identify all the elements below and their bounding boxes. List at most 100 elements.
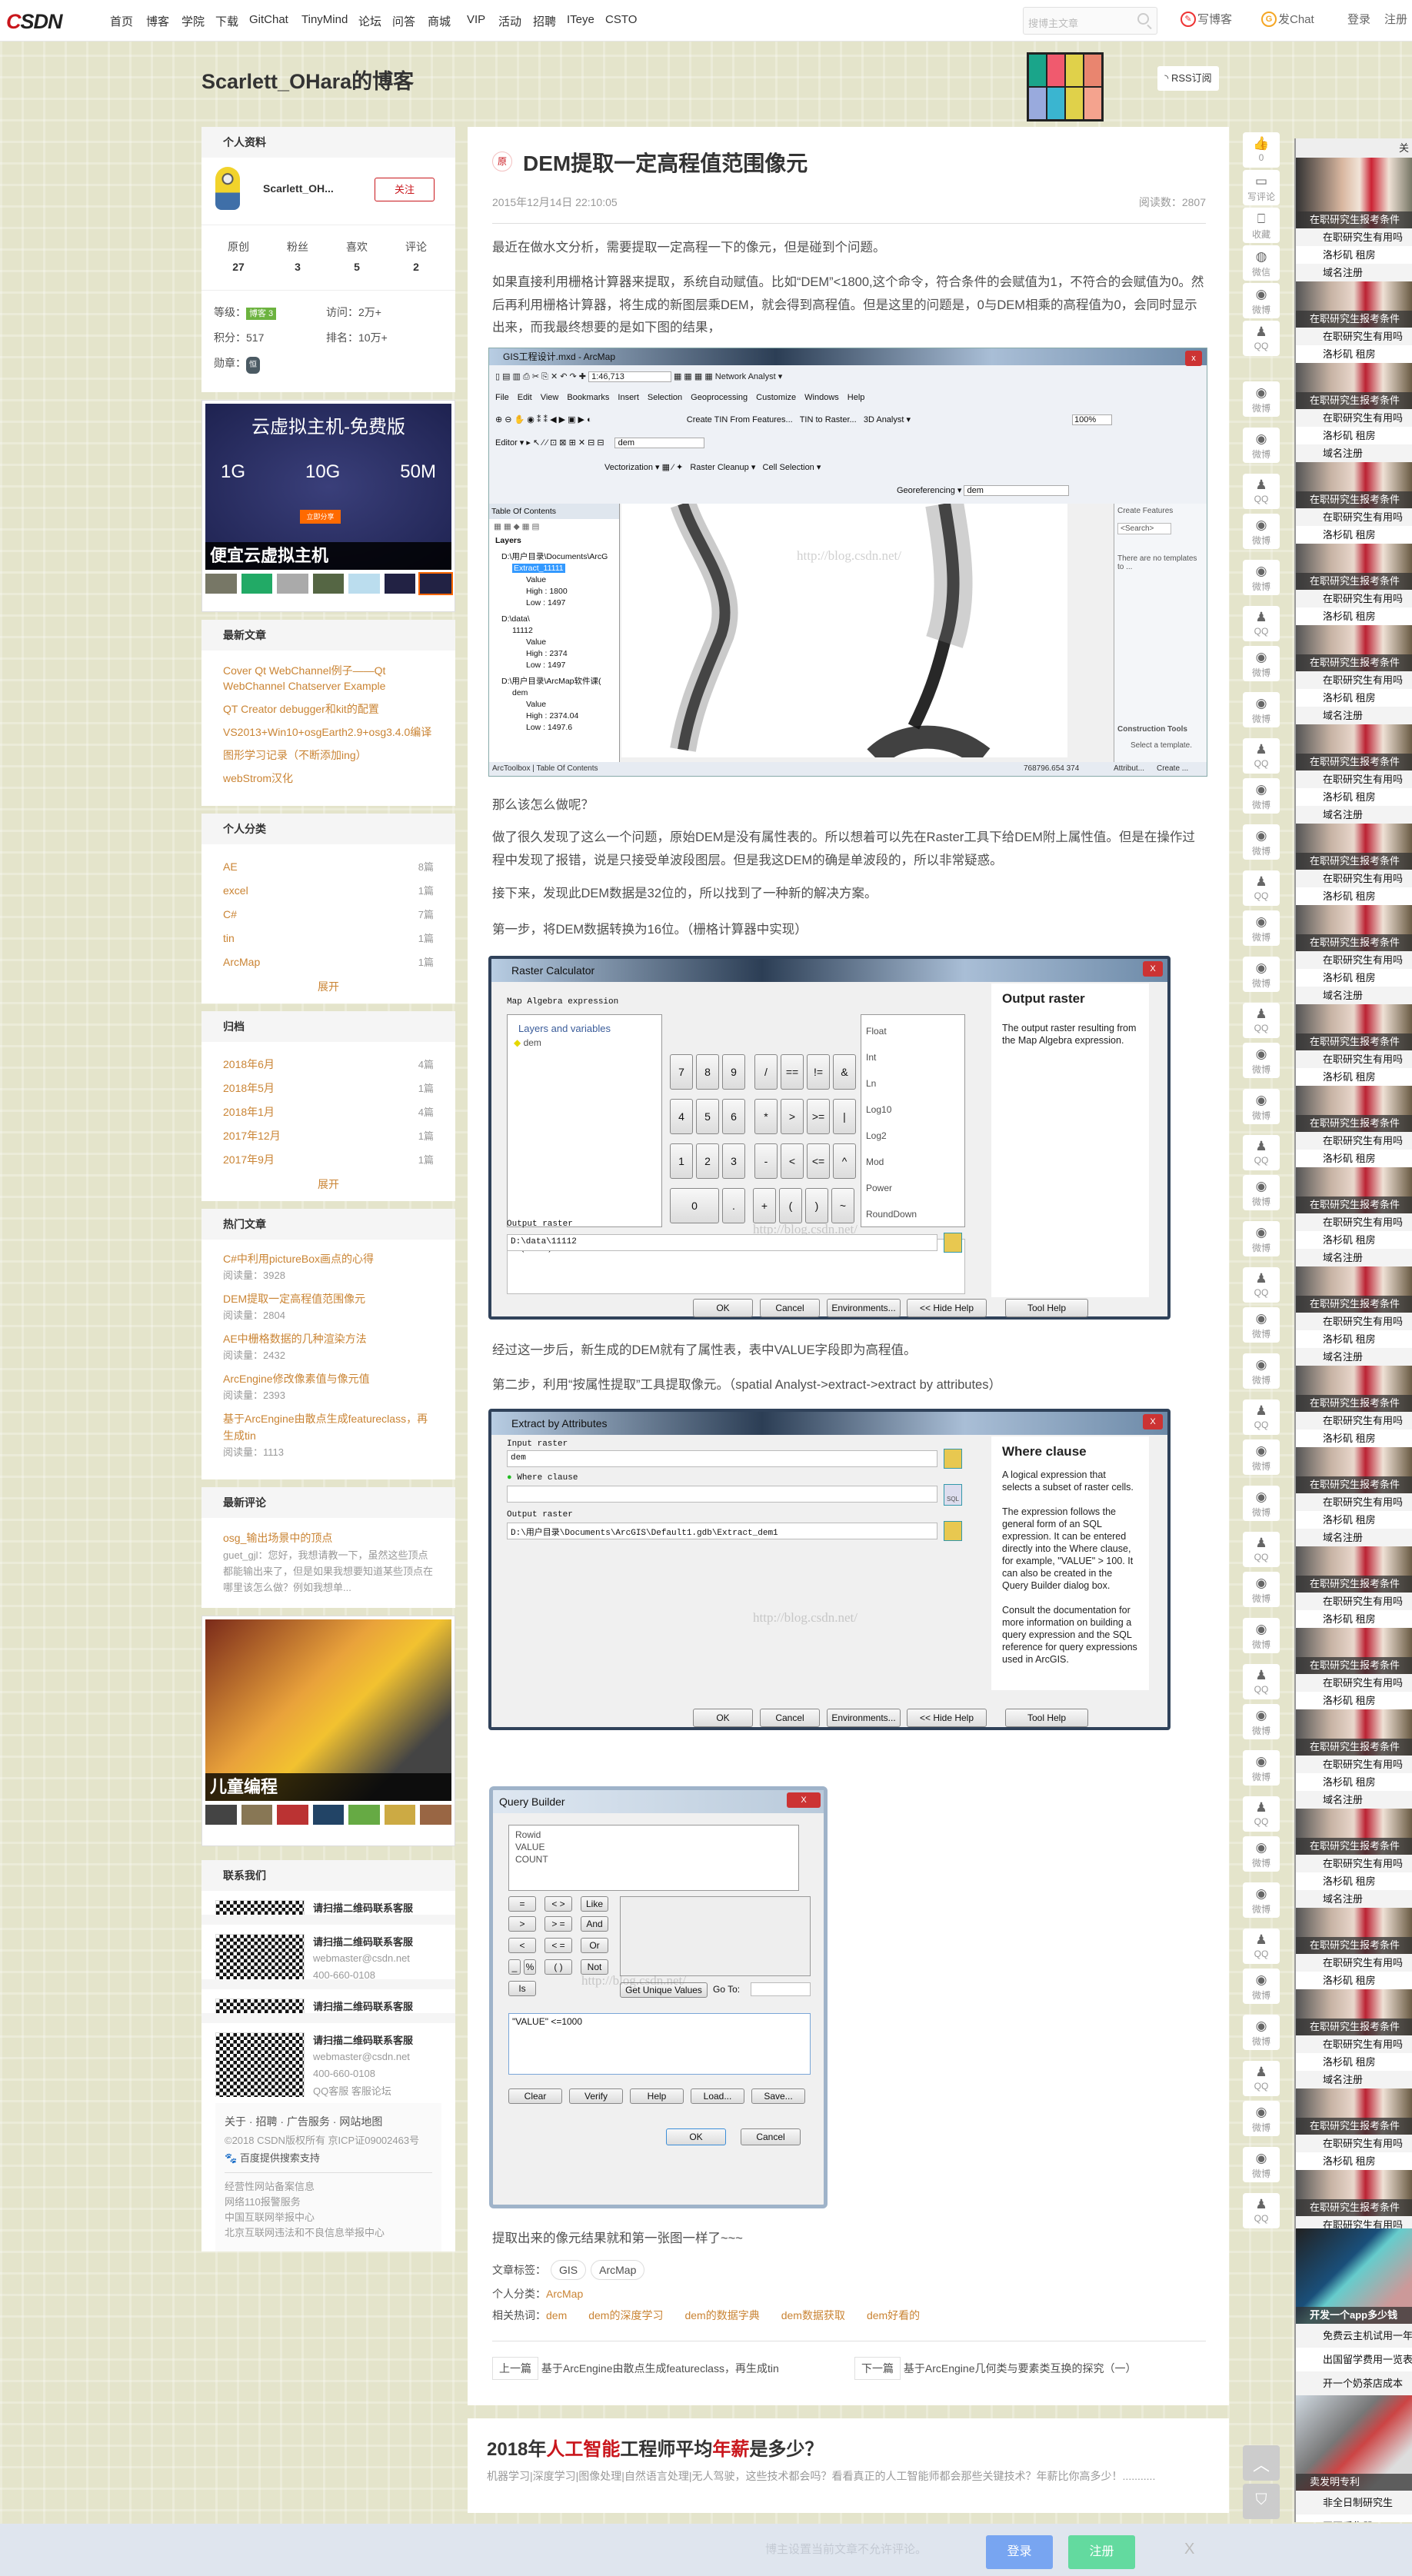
ad-link[interactable]: 域名注册: [1296, 2071, 1412, 2088]
weibo-button[interactable]: ◉ 微博: [1243, 2101, 1280, 2136]
list-item[interactable]: 1篇 2017年12月: [223, 1124, 434, 1148]
weibo-button[interactable]: ◉ 微博: [1243, 1618, 1280, 1653]
hot-article-link[interactable]: ArcEngine修改像素值与像元值: [223, 1370, 434, 1387]
article-tag[interactable]: ArcMap: [591, 2260, 645, 2280]
hot-article[interactable]: AE中栅格数据的几种渲染方法 阅读量：2432: [223, 1330, 434, 1362]
stat-0[interactable]: 原创 27: [223, 239, 254, 273]
weibo-button[interactable]: ◉ 微博: [1243, 1089, 1280, 1124]
ad-link[interactable]: 在职研究生有用吗: [1296, 1050, 1412, 1068]
weibo-button[interactable]: ◉ 微博: [1243, 381, 1280, 417]
list-item[interactable]: 1篇 excel: [223, 879, 434, 903]
weibo-button[interactable]: ◉ 微博: [1243, 1353, 1280, 1389]
nav-item[interactable]: 活动: [498, 13, 521, 29]
contact-email[interactable]: webmaster@csdn.net: [313, 1919, 410, 1925]
hot-article[interactable]: ArcEngine修改像素值与像元值 阅读量：2393: [223, 1370, 434, 1402]
qq-button[interactable]: ♟ QQ: [1243, 2061, 1280, 2096]
qq-button[interactable]: ♟ QQ: [1243, 1267, 1280, 1303]
nav-item[interactable]: 首页: [110, 13, 133, 29]
csdn-logo[interactable]: CSDN: [6, 10, 63, 34]
list-item[interactable]: 1篇 2018年5月: [223, 1077, 434, 1100]
cancel-button[interactable]: Cancel: [741, 2128, 801, 2145]
ad-link[interactable]: 在职研究生有用吗: [1296, 590, 1412, 607]
legal-link[interactable]: 网络110报警服务: [225, 2195, 432, 2210]
weibo-button[interactable]: ◉ 微博: [1243, 646, 1280, 681]
ad-block[interactable]: 在职研究生报考条件在职研究生有用吗洛杉矶 租房: [1296, 1366, 1412, 1447]
next-label[interactable]: 下一篇: [854, 2357, 901, 2380]
item-link[interactable]: 2017年12月: [223, 1130, 281, 1142]
ad-link[interactable]: 洛杉矶 租房: [1296, 887, 1412, 905]
list-item[interactable]: 7篇 C#: [223, 903, 434, 927]
weibo-button[interactable]: ◉ 微博: [1243, 1704, 1280, 1739]
qq-button[interactable]: ♟ QQ: [1243, 321, 1280, 356]
ad-link[interactable]: 在职研究生有用吗: [1296, 1674, 1412, 1692]
hot-article-link[interactable]: AE中栅格数据的几种渲染方法: [223, 1330, 434, 1347]
ad-block[interactable]: 在职研究生报考条件在职研究生有用吗洛杉矶 租房: [1296, 1628, 1412, 1709]
ad-block[interactable]: 开发一个app多少钱 免费云主机试用一年 出国留学费用一览表 开一个奶茶店成本: [1296, 2228, 1412, 2395]
stat-1[interactable]: 粉丝 3: [282, 239, 313, 273]
ad-link[interactable]: 在职研究生有用吗: [1296, 1954, 1412, 1972]
hot-article-link[interactable]: DEM提取一定高程值范围像元: [223, 1290, 434, 1307]
weibo-button[interactable]: ◉ 微博: [1243, 1175, 1280, 1210]
ad-link[interactable]: 洛杉矶 租房: [1296, 1150, 1412, 1167]
weibo-button[interactable]: ◉ 微博: [1243, 514, 1280, 549]
ad-link[interactable]: 域名注册: [1296, 707, 1412, 724]
item-link[interactable]: C#: [223, 908, 237, 920]
ad-link[interactable]: 域名注册: [1296, 987, 1412, 1004]
weibo-button[interactable]: ◉ 微博: [1243, 560, 1280, 595]
hot-article[interactable]: C#中利用pictureBox画点的心得 阅读量：3928: [223, 1250, 434, 1282]
nav-item[interactable]: 博客: [146, 13, 169, 29]
qq-button[interactable]: ♟ QQ: [1243, 2193, 1280, 2228]
ad-link[interactable]: 在职研究生有用吗: [1296, 1213, 1412, 1231]
contact-email[interactable]: webmaster@csdn.net: [313, 2051, 410, 2062]
ad-link[interactable]: 洛杉矶 租房: [1296, 345, 1412, 363]
login-link[interactable]: 登录: [1347, 11, 1370, 27]
ad-link[interactable]: 洛杉矶 租房: [1296, 1068, 1412, 1086]
ad-block[interactable]: 在职研究生报考条件 在职研究生有用吗 洛杉矶 租房 域名注册: [1296, 1809, 1412, 1908]
item-link[interactable]: AE: [223, 860, 238, 873]
nav-item[interactable]: 学院: [181, 13, 205, 29]
ad-link[interactable]: 洛杉矶 租房: [1296, 1330, 1412, 1348]
weibo-button[interactable]: ◉ 微博: [1243, 1836, 1280, 1872]
qq-button[interactable]: ♟ QQ: [1243, 738, 1280, 774]
ad-link[interactable]: 在职研究生有用吗: [1296, 1132, 1412, 1150]
ad-link[interactable]: 洛杉矶 租房: [1296, 2152, 1412, 2170]
ad-cloud-host[interactable]: 云虚拟主机-免费版 1G 10G 50M 立即分享 便宜云虚拟主机: [201, 400, 455, 612]
follow-button[interactable]: 关注: [375, 178, 435, 201]
ad-block[interactable]: 在职研究生报考条件在职研究生有用吗洛杉矶 租房: [1296, 1546, 1412, 1628]
ad-block[interactable]: 在职研究生报考条件 在职研究生有用吗 洛杉矶 租房 域名注册: [1296, 625, 1412, 724]
hot-article-link[interactable]: C#中利用pictureBox画点的心得: [223, 1250, 434, 1267]
weibo-button[interactable]: ◉ 微博: [1243, 1439, 1280, 1475]
ad-block[interactable]: 在职研究生报考条件在职研究生有用吗洛杉矶 租房: [1296, 544, 1412, 625]
nav-item[interactable]: 下载: [215, 13, 238, 29]
item-link[interactable]: 2017年9月: [223, 1153, 275, 1166]
qq-button[interactable]: ♟ QQ: [1243, 1796, 1280, 1832]
ok-button[interactable]: OK: [666, 2128, 726, 2145]
footer-link[interactable]: 网站地图: [339, 2115, 382, 2128]
ad-link[interactable]: 洛杉矶 租房: [1296, 246, 1412, 264]
latest-article-link[interactable]: Cover Qt WebChannel例子——Qt WebChannel Cha…: [223, 663, 434, 694]
stat-3[interactable]: 评论 2: [401, 239, 431, 273]
profile-name[interactable]: Scarlett_OH...: [263, 182, 334, 195]
report-button[interactable]: ⛉: [1243, 2484, 1280, 2519]
ad-link[interactable]: 洛杉矶 租房: [1296, 969, 1412, 987]
ad-link[interactable]: 在职研究生有用吗: [1296, 2216, 1412, 2228]
hot-article-link[interactable]: 基于ArcEngine由散点生成featureclass，再生成tin: [223, 1410, 434, 1444]
qq-button[interactable]: ♟ QQ: [1243, 1003, 1280, 1038]
ad-block[interactable]: 在职研究生报考条件在职研究生有用吗洛杉矶 租房: [1296, 1004, 1412, 1086]
prev-article[interactable]: 上一篇 基于ArcEngine由散点生成featureclass，再生成tin: [492, 2357, 779, 2380]
item-link[interactable]: 2018年5月: [223, 1082, 275, 1094]
comment-article-link[interactable]: osg_输出场景中的顶点: [223, 1530, 434, 1546]
search-input[interactable]: 搜博主文章: [1023, 7, 1157, 35]
nav-item[interactable]: GitChat: [249, 13, 288, 26]
ad-block[interactable]: 在职研究生报考条件在职研究生有用吗洛杉矶 租房: [1296, 1086, 1412, 1167]
hotword-link[interactable]: dem: [546, 2309, 567, 2321]
login-button[interactable]: 登录: [986, 2535, 1053, 2569]
ad-link[interactable]: 在职研究生有用吗: [1296, 870, 1412, 887]
item-link[interactable]: ArcMap: [223, 956, 260, 968]
medal-icon[interactable]: 恒: [246, 357, 260, 374]
next-title[interactable]: 基于ArcEngine几何类与要素类互换的探究（一）: [904, 2362, 1137, 2375]
ad-block[interactable]: 在职研究生报考条件 在职研究生有用吗 洛杉矶 租房 域名注册: [1296, 363, 1412, 462]
ad-link[interactable]: 洛杉矶 租房: [1296, 427, 1412, 444]
weibo-button[interactable]: ◉ 微博: [1243, 692, 1280, 727]
ad-block[interactable]: 在职研究生报考条件 在职研究生有用吗 洛杉矶 租房 域名注册: [1296, 905, 1412, 1004]
